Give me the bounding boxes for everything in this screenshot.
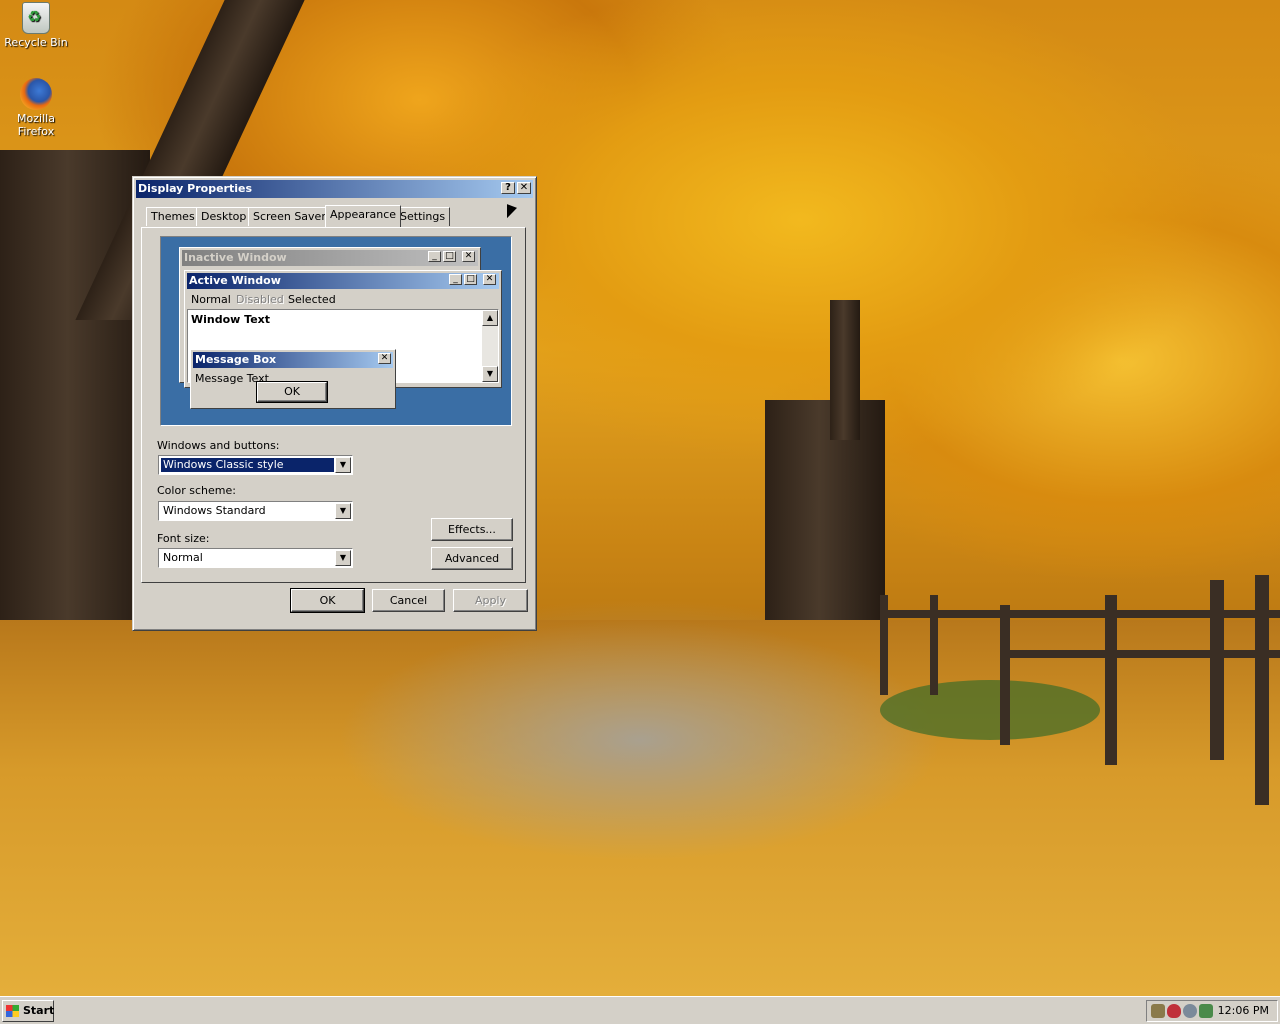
wooden-fence xyxy=(880,610,1280,618)
preview-window-text: Window Text xyxy=(191,313,271,326)
appearance-preview: Inactive Window _ □ ✕ Active Window _ □ … xyxy=(160,236,512,426)
preview-message-titlebar: Message Box xyxy=(193,352,393,368)
firefox-label: Mozilla Firefox xyxy=(17,112,55,138)
appearance-panel: Inactive Window _ □ ✕ Active Window _ □ … xyxy=(141,227,526,583)
chevron-down-icon[interactable]: ▼ xyxy=(335,457,351,473)
tab-desktop[interactable]: Desktop xyxy=(196,207,252,226)
wooden-fence xyxy=(1210,580,1224,760)
windows-logo-icon xyxy=(6,1005,19,1017)
help-button[interactable]: ? xyxy=(501,182,515,194)
preview-ok-button: OK xyxy=(256,381,328,403)
recycle-bin-label: Recycle Bin xyxy=(4,36,68,49)
minimize-icon: _ xyxy=(449,274,462,285)
scroll-down-icon: ▼ xyxy=(482,366,498,382)
wooden-fence xyxy=(1000,605,1010,745)
preview-menu-disabled: Disabled xyxy=(236,293,284,306)
dialog-title: Display Properties xyxy=(138,182,253,195)
clock[interactable]: 12:06 PM xyxy=(1218,1004,1269,1017)
preview-active-title: Active Window xyxy=(189,274,281,287)
preview-inactive-title: Inactive Window xyxy=(184,251,287,264)
close-button[interactable]: ✕ xyxy=(517,182,531,194)
preview-menu-selected: Selected xyxy=(288,293,336,306)
preview-message-title: Message Box xyxy=(195,353,277,366)
taskbar: Start 12:06 PM xyxy=(0,996,1280,1024)
update-icon[interactable] xyxy=(1183,1004,1197,1018)
ok-button[interactable]: OK xyxy=(290,588,365,613)
chevron-down-icon[interactable]: ▼ xyxy=(335,503,351,519)
firefox-shortcut[interactable]: Mozilla Firefox xyxy=(0,78,72,138)
preview-scrollbar: ▲ ▼ xyxy=(482,310,498,382)
wooden-fence xyxy=(1000,650,1280,658)
tab-screen-saver[interactable]: Screen Saver xyxy=(248,207,331,226)
font-size-select[interactable]: Normal ▼ xyxy=(158,548,353,568)
color-scheme-label: Color scheme: xyxy=(157,484,236,497)
dialog-titlebar[interactable]: Display Properties ? ✕ xyxy=(136,180,533,198)
windows-and-buttons-value: Windows Classic style xyxy=(161,458,334,472)
close-icon: ✕ xyxy=(378,353,391,364)
tab-appearance[interactable]: Appearance xyxy=(325,205,402,227)
network-icon[interactable] xyxy=(1151,1004,1165,1018)
firefox-icon xyxy=(20,78,52,110)
wooden-fence xyxy=(1105,595,1117,765)
security-shield-icon[interactable] xyxy=(1167,1004,1181,1018)
effects-button[interactable]: Effects... xyxy=(431,518,513,541)
apply-button[interactable]: Apply xyxy=(453,589,528,612)
preview-menu-normal: Normal xyxy=(191,293,231,306)
start-button[interactable]: Start xyxy=(2,1000,54,1022)
recycle-bin-icon xyxy=(22,2,50,34)
maximize-icon: □ xyxy=(464,274,477,285)
tab-settings[interactable]: Settings xyxy=(395,207,451,226)
start-label: Start xyxy=(23,1004,55,1017)
tab-themes[interactable]: Themes xyxy=(146,207,200,226)
preview-message-box: Message Box ✕ Message Text OK xyxy=(190,349,396,409)
volume-icon[interactable] xyxy=(1199,1004,1213,1018)
display-properties-dialog: Display Properties ? ✕ Themes Desktop Sc… xyxy=(132,176,537,631)
font-size-label: Font size: xyxy=(157,532,210,545)
tree-trunk xyxy=(830,300,860,440)
close-icon: ✕ xyxy=(483,274,496,285)
chevron-down-icon[interactable]: ▼ xyxy=(335,550,351,566)
scroll-up-icon: ▲ xyxy=(482,310,498,326)
close-icon: ✕ xyxy=(462,251,475,262)
color-scheme-select[interactable]: Windows Standard ▼ xyxy=(158,501,353,521)
system-tray: 12:06 PM xyxy=(1146,1000,1278,1022)
font-size-value: Normal xyxy=(163,551,203,564)
minimize-icon: _ xyxy=(428,251,441,262)
color-scheme-value: Windows Standard xyxy=(163,504,266,517)
cancel-button[interactable]: Cancel xyxy=(372,589,445,612)
grass-patch xyxy=(880,680,1100,740)
advanced-button[interactable]: Advanced xyxy=(431,547,513,570)
recycle-bin-shortcut[interactable]: Recycle Bin xyxy=(0,2,72,49)
leaf-covered-path xyxy=(0,620,1280,996)
windows-and-buttons-label: Windows and buttons: xyxy=(157,439,280,452)
maximize-icon: □ xyxy=(443,251,456,262)
windows-and-buttons-select[interactable]: Windows Classic style ▼ xyxy=(158,455,353,475)
